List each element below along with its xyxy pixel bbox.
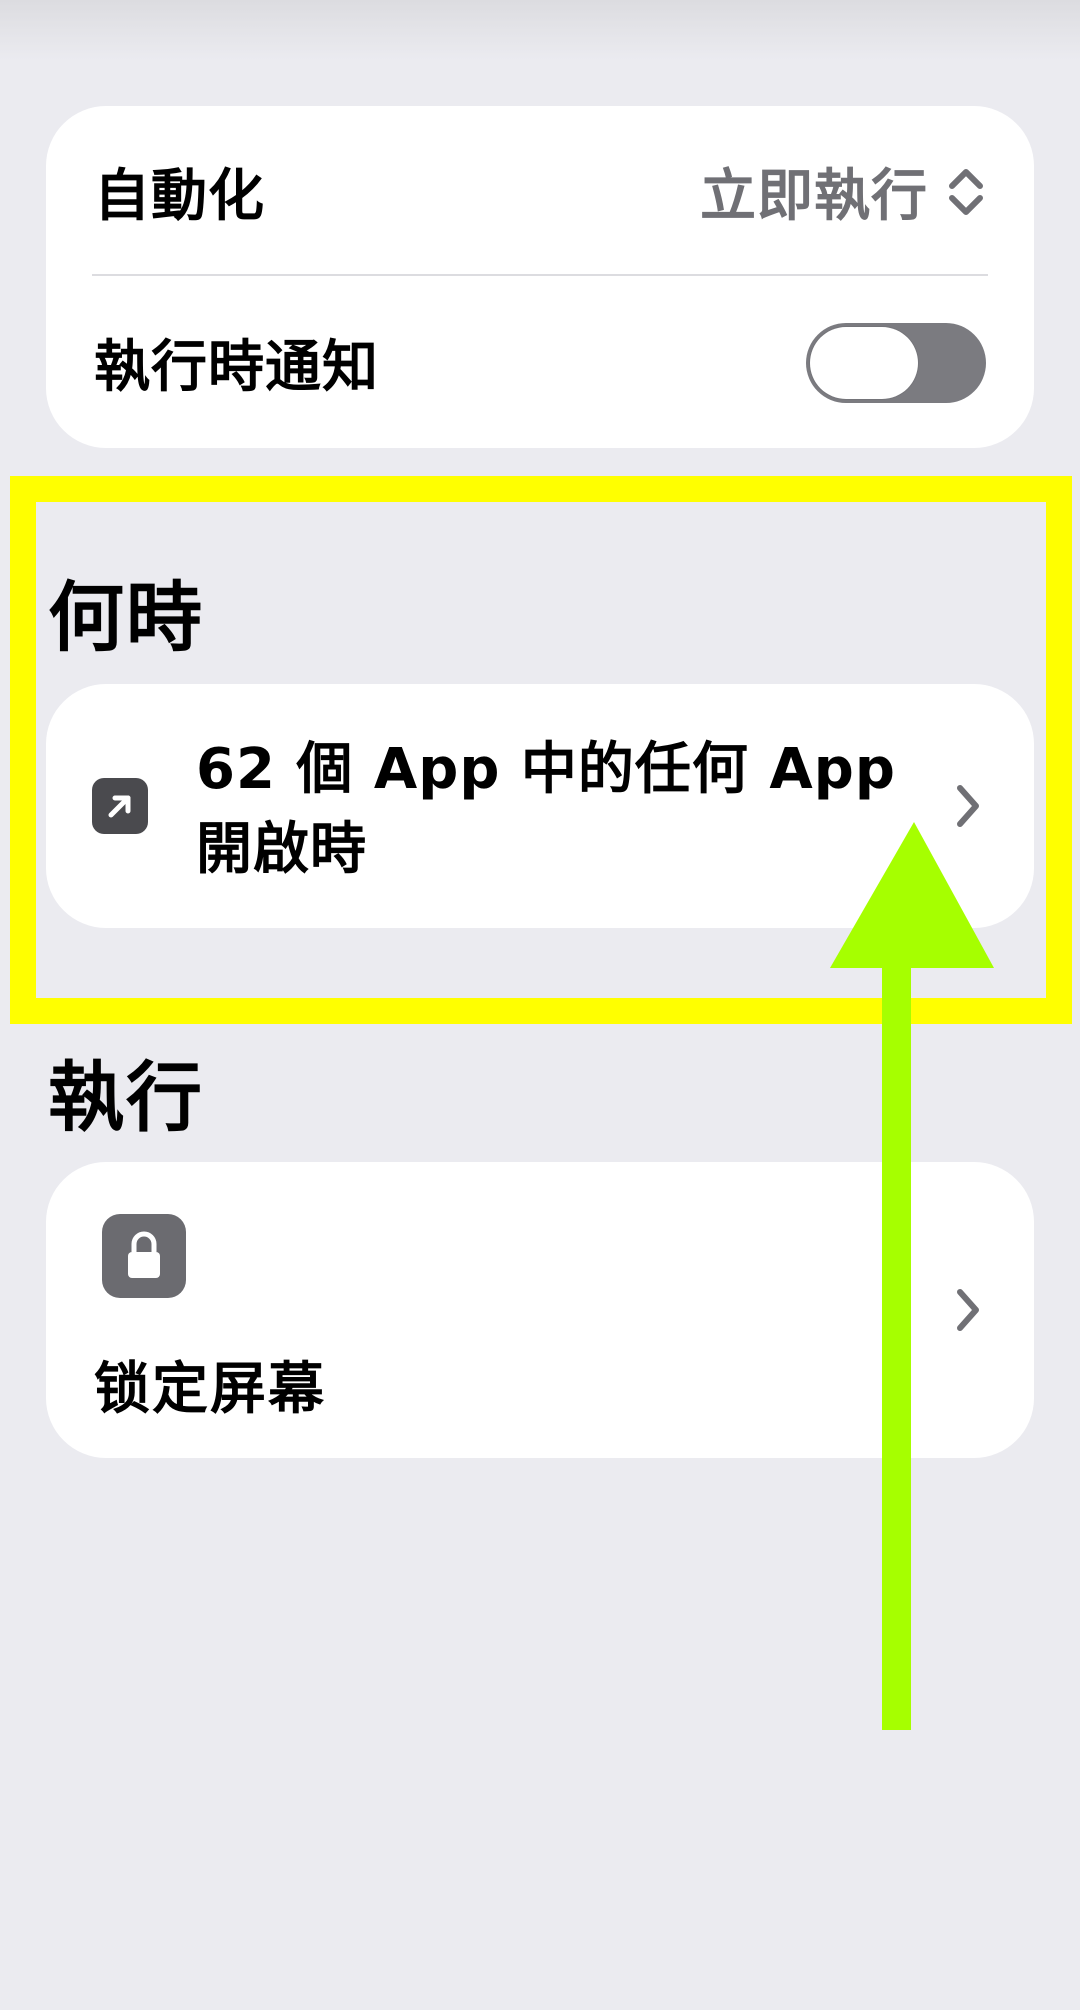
toggle-knob: [810, 326, 918, 399]
trigger-row[interactable]: 62 個 App 中的任何 App 開啟時: [46, 684, 1034, 928]
automation-settings-card: 自動化 立即執行 執行時通知: [46, 106, 1034, 448]
top-fade: [0, 0, 1080, 60]
notify-toggle[interactable]: [806, 322, 986, 403]
chevron-right-icon: [957, 785, 979, 827]
automation-picker[interactable]: 立即執行: [700, 151, 986, 232]
trigger-description: 62 個 App 中的任何 App 開啟時: [196, 737, 896, 882]
lock-icon: [102, 1214, 186, 1298]
do-section-title: 執行: [48, 1053, 204, 1142]
row-divider: [92, 274, 988, 276]
automation-value: 立即執行: [700, 164, 928, 229]
automation-label: 自動化: [94, 164, 265, 229]
chevron-up-down-icon: [949, 168, 983, 215]
action-label: 锁定屏幕: [94, 1357, 326, 1422]
notify-row: 執行時通知: [46, 277, 1034, 448]
automation-row[interactable]: 自動化 立即執行: [46, 106, 1034, 277]
when-section-title: 何時: [48, 573, 204, 662]
action-row[interactable]: 锁定屏幕: [46, 1162, 1034, 1458]
arrow-up-right-icon: [92, 778, 148, 834]
chevron-right-icon: [957, 1289, 979, 1331]
notify-label: 執行時通知: [94, 335, 379, 400]
